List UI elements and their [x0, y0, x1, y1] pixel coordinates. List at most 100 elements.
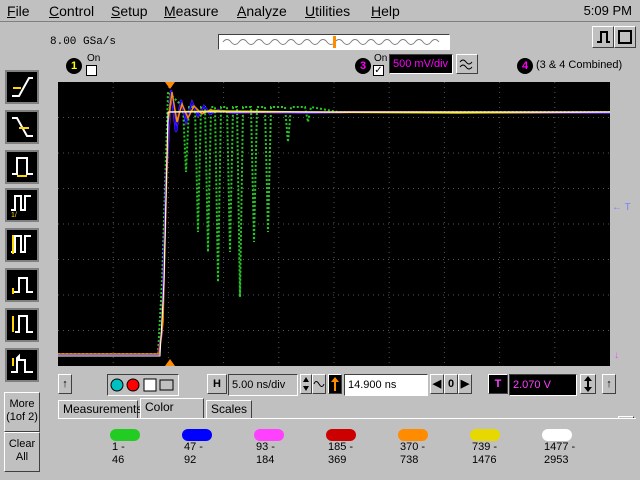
menu-help[interactable]: Help [371, 2, 400, 20]
rise-time-button[interactable] [5, 70, 39, 104]
channel-3-on-label: On [374, 53, 388, 64]
more-sub-label: (1of 2) [6, 411, 38, 423]
fall-time-icon [12, 117, 33, 137]
pulse-icon [597, 31, 610, 43]
color-grade-range-from: 739 - [472, 441, 498, 453]
color-grade-range-to: 184 [256, 454, 275, 466]
clear-label: Clear [8, 438, 36, 450]
color-grade-range: 739 -1476 [472, 441, 497, 467]
channel-3-badge[interactable]: 3 [355, 58, 371, 74]
channel-4-label: (3 & 4 Combined) [536, 59, 623, 71]
color-grade-range-from: 93 - [256, 441, 275, 453]
trigger-level-field[interactable]: 2.070 V [509, 374, 577, 396]
svg-text:1/: 1/ [11, 212, 17, 218]
clear-all-button[interactable]: Clear All [4, 432, 40, 472]
up-down-arrow-icon [584, 376, 592, 392]
color-grade-swatch [110, 429, 140, 441]
trigger-button[interactable]: T [488, 374, 508, 394]
trigger-up-arrow-button[interactable]: ↑ [602, 374, 616, 394]
menu-file[interactable]: File [7, 2, 30, 20]
delay-marker-button[interactable] [328, 374, 342, 394]
color-grade-range: 1477 -2953 [544, 441, 575, 467]
color-grade-swatch [182, 429, 212, 441]
wave-icon [313, 381, 325, 387]
pulse-width-button[interactable] [5, 150, 39, 184]
channel-1-badge[interactable]: 1 [66, 58, 82, 74]
color-grade-range: 370 -738 [400, 441, 425, 467]
color-grade-range-from: 47 - [184, 441, 203, 453]
frequency-button[interactable] [5, 228, 39, 262]
rise-time-icon [12, 77, 33, 97]
overshoot-button[interactable] [5, 348, 39, 382]
sample-rate: 8.00 GSa/s [50, 36, 117, 48]
color-grade-range-to: 46 [112, 454, 125, 466]
period-icon: 1/ [11, 195, 31, 218]
color-grade-range-from: 370 - [400, 441, 426, 453]
color-grade-swatch [326, 429, 356, 441]
delay-left-button[interactable]: ◀ [430, 374, 444, 394]
menu-setup[interactable]: Setup [111, 2, 148, 20]
color-grade-range-to: 369 [328, 454, 347, 466]
channel-1-on-checkbox[interactable] [86, 65, 97, 76]
channel-3-on-checkbox[interactable]: ✓ [373, 65, 384, 76]
delay-zero-button[interactable]: 0 [444, 374, 458, 394]
timebase-wave-button[interactable] [312, 374, 326, 394]
acquisition-timeline[interactable] [218, 34, 450, 50]
menu-utilities[interactable]: Utilities [305, 2, 350, 20]
fall-time-button[interactable] [5, 110, 39, 144]
peak-to-peak-icon [12, 315, 33, 333]
menu-measure[interactable]: Measure [164, 2, 218, 20]
color-grade-range-from: 1477 - [544, 441, 576, 453]
color-grade-swatch [398, 429, 428, 441]
peak-to-peak-button[interactable] [5, 308, 39, 342]
color-grade-legend: 1 -46 47 -92 93 -184 185 -369 370 -738 739 -1… [58, 418, 636, 476]
waveform-display[interactable] [58, 82, 611, 366]
more-button[interactable]: More (1of 2) [4, 392, 40, 432]
tab-color-grade[interactable]: Color Grade [140, 398, 204, 430]
menu-control[interactable]: Control [49, 2, 94, 20]
up-down-icon [303, 377, 309, 391]
color-grade-range-to: 1476 [472, 454, 497, 466]
tab-measurements[interactable]: Measurements [58, 400, 142, 418]
timeline-waveform-icon [222, 36, 440, 48]
color-grade-range-to: 2953 [544, 454, 569, 466]
channel-3-scale-adjust-button[interactable] [456, 54, 478, 74]
amplitude-button[interactable] [5, 268, 39, 302]
more-label: More [9, 398, 35, 410]
waveform-graticule [58, 82, 611, 366]
period-button[interactable]: 1/ [5, 188, 39, 222]
horizontal-button[interactable]: H [207, 374, 227, 394]
run-controls-icons [110, 378, 174, 392]
run-stop-button[interactable] [592, 26, 614, 48]
tab-scales[interactable]: Scales [206, 400, 252, 418]
channel-3-scale-field[interactable]: 500 mV/div [389, 54, 453, 74]
trigger-level-adjust-button[interactable] [580, 374, 596, 394]
color-grade-range: 185 -369 [328, 441, 353, 467]
color-grade-range-from: 1 - [112, 441, 125, 453]
menu-bar: File Control Setup Measure Analyze Utili… [0, 0, 640, 22]
wave-adjust-icon [459, 59, 473, 70]
frequency-icon [11, 235, 31, 254]
timebase-scale-field[interactable]: 5.00 ns/div [228, 374, 298, 396]
menu-analyze[interactable]: Analyze [237, 2, 287, 20]
display-up-arrow-button[interactable]: ↑ [58, 374, 72, 394]
trigger-position-bottom-marker-icon [165, 359, 175, 366]
measurement-toolbar: 1/ [0, 70, 44, 382]
overshoot-icon [11, 353, 33, 373]
channel-reference-marker: ↓ [614, 350, 619, 361]
single-button[interactable] [614, 26, 636, 48]
horizontal-delay-field[interactable]: 14.900 ns [344, 374, 428, 396]
delay-marker-icon [331, 377, 339, 391]
channel-4-badge[interactable]: 4 [517, 58, 533, 74]
acquisition-controls [107, 374, 179, 396]
trace-white [58, 111, 610, 357]
timebase-fine-button[interactable] [300, 374, 312, 394]
color-grade-range-to: 92 [184, 454, 197, 466]
delay-right-button[interactable]: ▶ [458, 374, 472, 394]
color-grade-range: 1 -46 [112, 441, 125, 467]
clear-sub-label: All [15, 451, 29, 463]
trigger-level-marker: ← T [612, 202, 631, 213]
trigger-position-marker-icon [165, 82, 175, 89]
pulse-width-icon [12, 157, 33, 177]
trigger-t-label: T [494, 378, 502, 390]
